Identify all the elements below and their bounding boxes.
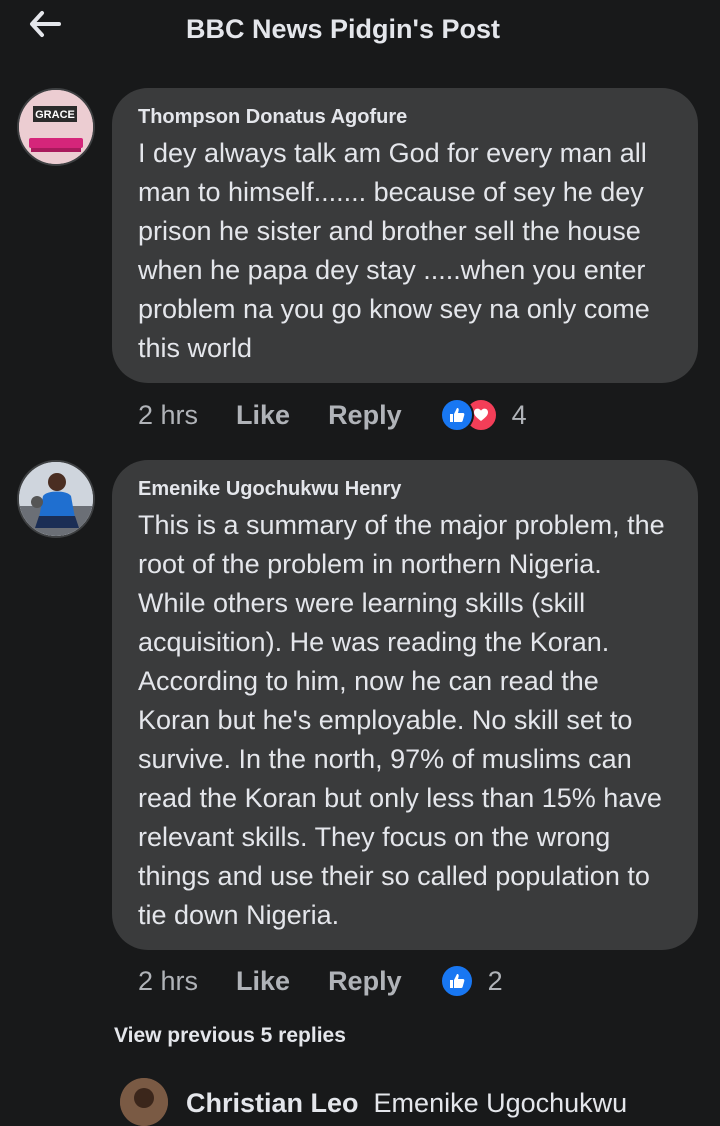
reaction-count[interactable]: 4 (512, 400, 527, 431)
page-title: BBC News Pidgin's Post (186, 14, 500, 44)
thumbs-up-icon (439, 964, 474, 998)
like-button[interactable]: Like (236, 966, 290, 997)
grace-logo: GRACE (19, 90, 93, 164)
reply-button[interactable]: Reply (328, 966, 402, 997)
profile-photo (19, 462, 93, 536)
comment-actions: 2 hrs Like Reply 2 (138, 961, 503, 1001)
reaction-count[interactable]: 2 (488, 966, 503, 997)
comment-actions: 2 hrs Like Reply 4 (138, 395, 527, 435)
reply-item: Christian Leo Emenike Ugochukwu (0, 1074, 720, 1126)
comment-text: I dey always talk am God for every man a… (138, 138, 650, 363)
comment-author[interactable]: Emenike Ugochukwu Henry (138, 476, 672, 502)
reply-author[interactable]: Christian Leo (186, 1088, 359, 1118)
avatar[interactable] (17, 460, 95, 538)
comment-author[interactable]: Thompson Donatus Agofure (138, 104, 672, 130)
reaction-summary[interactable] (439, 398, 498, 432)
reply-button[interactable]: Reply (328, 400, 402, 431)
comment-bubble[interactable]: Thompson Donatus Agofure I dey always ta… (112, 88, 698, 383)
comment-text: This is a summary of the major problem, … (138, 510, 665, 930)
reply-mention[interactable]: Emenike Ugochukwu (374, 1088, 628, 1118)
reaction-summary[interactable] (439, 964, 474, 998)
comment-timestamp[interactable]: 2 hrs (138, 966, 198, 997)
comment-timestamp[interactable]: 2 hrs (138, 400, 198, 431)
thumbs-up-icon (439, 398, 474, 432)
svg-text:GRACE: GRACE (35, 109, 75, 121)
avatar[interactable] (120, 1078, 168, 1126)
like-button[interactable]: Like (236, 400, 290, 431)
reply-preview-text: Christian Leo Emenike Ugochukwu (186, 1088, 627, 1119)
avatar[interactable]: GRACE (17, 88, 95, 166)
top-bar: BBC News Pidgin's Post (0, 0, 720, 62)
view-previous-replies-link[interactable]: View previous 5 replies (114, 1024, 346, 1048)
comment-bubble[interactable]: Emenike Ugochukwu Henry This is a summar… (112, 460, 698, 950)
